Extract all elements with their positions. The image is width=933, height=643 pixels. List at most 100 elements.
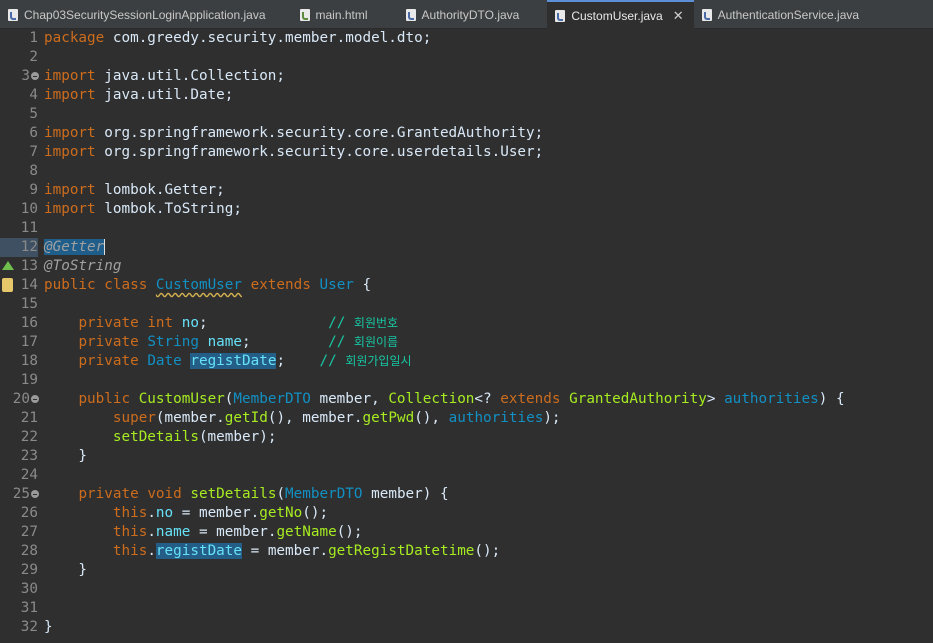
code-text: > [706, 391, 725, 407]
keyword: void [147, 486, 182, 502]
code-line: 18 private Date registDate; // 회원가입일시 [0, 352, 933, 371]
code-text: ; [198, 315, 329, 331]
code-text: java.util.Collection; [95, 68, 286, 84]
tab-authority-dto[interactable]: AuthorityDTO.java [378, 0, 530, 29]
fold-toggle-icon[interactable] [31, 490, 39, 498]
comment-text: 회원번호 [353, 316, 399, 330]
code-line: 17 private String name; // 회원이름 [0, 333, 933, 352]
type-name: User [319, 277, 354, 293]
code-line: 5 [0, 105, 933, 124]
java-file-icon [701, 8, 712, 21]
code-line: 16 private int no; // 회원번호 [0, 314, 933, 333]
method-name: getId [224, 410, 268, 426]
code-line: 13 @ToString [0, 257, 933, 276]
code-text: = member. [242, 543, 329, 559]
fold-toggle-icon[interactable] [31, 395, 39, 403]
code-text: ) { [818, 391, 845, 407]
comment: // [328, 315, 354, 331]
code-line: 7 import org.springframework.security.co… [0, 143, 933, 162]
keyword: import [44, 144, 96, 160]
code-line: 22 setDetails(member); [0, 428, 933, 447]
code-text: } [44, 562, 88, 578]
line-number: 28 [20, 543, 38, 559]
code-line: 21 super(member.getId(), member.getPwd()… [0, 409, 933, 428]
line-number: 1 [29, 30, 38, 46]
code-text: java.util.Date; [95, 87, 234, 103]
line-number: 18 [20, 353, 38, 369]
annotation: @Getter [44, 239, 105, 255]
fold-toggle-icon[interactable] [31, 72, 39, 80]
tab-label: Chap03SecuritySessionLoginApplication.ja… [24, 7, 266, 22]
method-name: setDetails [190, 486, 277, 502]
line-number: 21 [20, 410, 38, 426]
code-line: 23 } [0, 447, 933, 466]
code-text: . [147, 543, 156, 559]
tab-authentication-service[interactable]: AuthenticationService.java [694, 0, 869, 29]
java-file-icon [405, 8, 416, 21]
type-name: GrantedAuthority [569, 391, 707, 407]
line-number: 29 [20, 562, 38, 578]
code-line: 24 [0, 466, 933, 485]
code-line: 30 [0, 580, 933, 599]
code-text: lombok.ToString; [95, 201, 242, 217]
keyword: public [78, 391, 131, 407]
line-number: 17 [20, 334, 38, 350]
code-text: org.springframework.security.core.Grante… [95, 125, 544, 141]
code-text: lombok.Getter; [95, 182, 225, 198]
java-file-icon [555, 9, 566, 22]
line-number: 2 [29, 49, 38, 65]
tab-label: CustomUser.java [571, 8, 663, 23]
keyword: int [147, 315, 174, 331]
code-line: 8 [0, 162, 933, 181]
keyword: this [112, 524, 148, 540]
close-tab-icon[interactable]: ✕ [673, 9, 684, 22]
line-number: 3 [21, 68, 30, 84]
tab-label: AuthorityDTO.java [421, 7, 520, 22]
line-number: 12 [20, 239, 38, 255]
code-line: 2 [0, 48, 933, 67]
method-name: CustomUser [138, 391, 225, 407]
code-line: 1 package com.greedy.security.member.mod… [0, 29, 933, 48]
html-file-icon [299, 8, 310, 21]
field-name: name [207, 334, 243, 350]
code-text: { [353, 277, 372, 293]
line-number: 15 [20, 296, 38, 312]
method-name: getName [276, 524, 337, 540]
code-text: . [147, 505, 156, 521]
code-line: 20 public CustomUser(MemberDTO member, C… [0, 390, 933, 409]
comment-text: 회원가입일시 [345, 354, 412, 368]
code-line: 27 this.name = member.getName(); [0, 523, 933, 542]
keyword: import [44, 201, 96, 217]
tab-chap03-application[interactable]: Chap03SecuritySessionLoginApplication.ja… [0, 0, 276, 29]
line-number: 25 [12, 486, 30, 502]
parameter-name: authorities [448, 410, 544, 426]
line-number: 9 [29, 182, 38, 198]
code-text: (), [414, 410, 449, 426]
line-number: 8 [29, 163, 38, 179]
line-number: 31 [20, 600, 38, 616]
tab-custom-user[interactable]: CustomUser.java ✕ [547, 0, 694, 29]
code-text: com.greedy.security.member.model.dto; [104, 30, 432, 46]
parameter-name: authorities [724, 391, 819, 407]
method-name: setDetails [112, 429, 199, 445]
field-name: registDate [190, 353, 277, 369]
code-text: . [147, 524, 156, 540]
tab-main-html[interactable]: main.html [276, 0, 378, 29]
line-number: 14 [20, 277, 38, 293]
line-number: 26 [20, 505, 38, 521]
keyword: import [44, 87, 96, 103]
type-name: String [147, 334, 199, 350]
code-line: 19 [0, 371, 933, 390]
line-number: 13 [20, 258, 38, 274]
field-name: registDate [155, 543, 242, 559]
java-file-icon [8, 8, 18, 21]
code-editor[interactable]: 1 package com.greedy.security.member.mod… [0, 29, 933, 643]
